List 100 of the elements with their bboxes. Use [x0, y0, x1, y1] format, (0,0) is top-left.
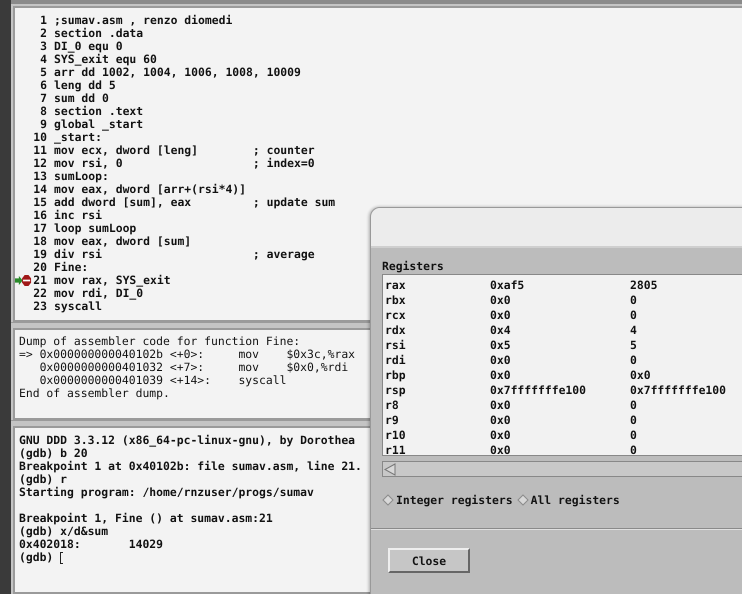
code-line: arr dd 1002, 1004, 1006, 1008, 10009: [54, 66, 301, 79]
register-hex-value: 0x0: [490, 308, 512, 323]
register-value: 0x0: [630, 368, 651, 383]
line-number: 5: [39, 66, 48, 79]
code-line: sumLoop:: [54, 170, 109, 183]
line-number: 9: [39, 118, 48, 131]
register-value: 0: [630, 353, 637, 368]
line-number: 21: [33, 274, 48, 287]
register-hex-value: 0x0: [490, 293, 512, 308]
code-line: add dword [sum], eax ; update sum: [54, 196, 336, 209]
register-name: rbp: [384, 368, 407, 383]
code-line: section .text: [54, 105, 144, 118]
radio-diamond-icon[interactable]: [516, 494, 529, 506]
line-number: 19: [33, 248, 48, 261]
register-name: r8: [384, 398, 400, 413]
line-number: 14: [33, 183, 48, 196]
code-line: global _start: [54, 118, 144, 131]
register-value: 0: [630, 293, 637, 308]
radio-option[interactable]: Integer registers: [382, 493, 513, 507]
register-name: rdi: [384, 353, 407, 368]
radio-option[interactable]: All registers: [516, 493, 620, 507]
code-line: SYS_exit equ 60: [54, 53, 157, 66]
register-hex-value: 0xaf5: [490, 278, 526, 293]
radio-diamond-icon[interactable]: [382, 494, 394, 506]
console-line: Breakpoint 1 at 0x40102b: file sumav.asm, line 21.: [19, 460, 362, 473]
line-number: 18: [33, 235, 48, 248]
register-hex-value: 0x0: [490, 443, 512, 458]
code-line: Fine:: [54, 261, 88, 274]
line-number: 11: [33, 144, 48, 157]
assembler-line: 0x0000000000401032 <+7>: mov $0x0,%rdi: [38, 361, 348, 374]
console-line: Starting program: /home/rnzuser/progs/sumav: [19, 486, 314, 499]
line-number: 22: [33, 287, 48, 300]
assembler-line: 0x0000000000401039 <+14>: syscall: [38, 374, 286, 387]
line-number: 16: [33, 209, 48, 222]
register-value: 0: [630, 428, 637, 443]
register-name: rax: [384, 278, 407, 293]
register-value: 5: [630, 338, 637, 353]
close-button[interactable]: Close: [388, 548, 470, 573]
register-hex-value: 0x4: [490, 323, 512, 338]
code-line: mov rsi, 0 ; index=0: [54, 157, 315, 170]
register-hex-value: 0x0: [490, 413, 512, 428]
code-line: leng dd 5: [54, 79, 116, 92]
assembler-line: End of assembler dump.: [19, 387, 170, 400]
line-number: 2: [39, 27, 48, 40]
line-number: 10: [33, 131, 48, 144]
code-line: _start:: [54, 131, 102, 144]
console-line: (gdb): [19, 551, 54, 564]
register-name: r10: [384, 428, 407, 443]
code-line: DI_0 equ 0: [54, 40, 123, 53]
register-value: 0: [630, 413, 637, 428]
code-line: mov rdi, DI_0: [54, 287, 144, 300]
code-line: section .data: [54, 27, 144, 40]
code-line: mov rax, SYS_exit: [54, 274, 171, 287]
line-number: 7: [39, 92, 48, 105]
register-hex-value: 0x0: [490, 368, 512, 383]
line-number: 8: [39, 105, 48, 118]
code-line: mov ecx, dword [leng] ; counter: [54, 144, 315, 157]
line-number: 1: [39, 14, 48, 27]
line-number: 15: [33, 196, 48, 209]
horizontal-scrollbar[interactable]: [382, 461, 742, 477]
register-value: 4: [630, 323, 637, 338]
code-line: inc rsi: [54, 209, 102, 222]
code-line: mov eax, dword [arr+(rsi*4)]: [54, 183, 246, 196]
scroll-left-arrow-icon[interactable]: [383, 462, 397, 476]
text-cursor-icon: [60, 552, 64, 564]
register-hex-value: 0x5: [490, 338, 512, 353]
register-name: r11: [384, 443, 407, 458]
line-number: 6: [39, 79, 48, 92]
register-name: rbx: [384, 293, 407, 308]
console-line: (gdb) r: [19, 473, 68, 486]
line-number: 3: [39, 40, 48, 53]
console-line: GNU DDD 3.3.12 (x86_64-pc-linux-gnu), by Dorothea: [19, 434, 356, 447]
code-line: loop sumLoop: [54, 222, 136, 235]
code-line: sum dd 0: [54, 92, 109, 105]
assembler-line: Dump of assembler code for function Fine:: [19, 335, 300, 348]
code-line: div rsi ; average: [54, 248, 315, 261]
console-line: (gdb) x/d&sum: [19, 525, 108, 538]
assembler-line: => 0x000000000040102b <+0>: mov $0x3c,%rax: [19, 348, 356, 361]
code-line: mov eax, dword [sum]: [54, 235, 192, 248]
register-hex-value: 0x0: [490, 428, 512, 443]
register-name: r9: [384, 413, 400, 428]
line-number: 17: [33, 222, 48, 235]
register-value: 0: [630, 443, 637, 458]
register-hex-value: 0x0: [490, 353, 512, 368]
console-line: (gdb) b 20: [19, 447, 88, 460]
register-name: rsi: [384, 338, 407, 353]
line-number: 13: [33, 170, 48, 183]
register-hex-value: 0x7fffffffe100: [490, 383, 588, 398]
register-value: 2805: [630, 278, 658, 293]
register-hex-value: 0x0: [490, 398, 512, 413]
register-value: 0x7fffffffe100: [630, 383, 726, 398]
line-number: 20: [33, 261, 48, 274]
console-line: Breakpoint 1, Fine () at sumav.asm:21: [19, 512, 273, 525]
console-line: 0x402018: 14029: [19, 538, 164, 551]
register-name: rsp: [384, 383, 407, 398]
register-value: 0: [630, 398, 637, 413]
line-number: 23: [33, 300, 48, 313]
dialog-title: Registers: [382, 258, 445, 274]
line-number: 4: [39, 53, 48, 66]
register-name: rdx: [384, 323, 407, 338]
